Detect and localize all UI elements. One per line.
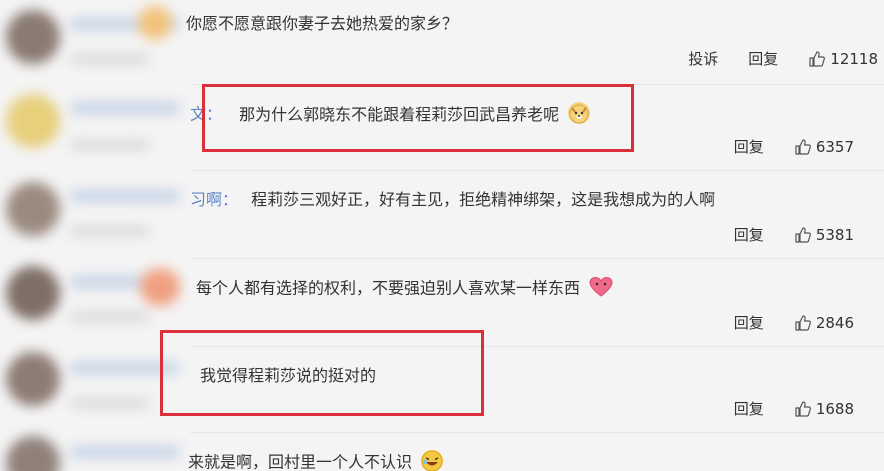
thumbs-up-icon [794, 226, 812, 244]
avatar[interactable] [6, 352, 60, 406]
like-count: 6357 [815, 137, 854, 156]
like-button[interactable]: 12118 [808, 50, 878, 68]
comment-text: 你愿不愿意跟你妻子去她热爱的家乡？ [186, 14, 458, 34]
like-count: 1688 [815, 399, 854, 418]
thumbs-up-icon [794, 400, 812, 418]
report-button[interactable]: 投诉 [688, 48, 718, 69]
heart-emoji [589, 276, 613, 298]
avatar[interactable] [6, 436, 60, 471]
comment-body: 程莉莎三观好正，好有主见，拒绝精神绑架，这是我想成为的人啊 [251, 190, 716, 209]
comment-text: 习啊： 程莉莎三观好正，好有主见，拒绝精神绑架，这是我想成为的人啊 [190, 190, 715, 210]
reply-button[interactable]: 回复 [734, 136, 764, 157]
like-count: 2846 [815, 313, 854, 332]
comment-actions: 回复 1688 [704, 398, 854, 419]
comment-body: 每个人都有选择的权利，不要强迫别人喜欢某一样东西 [196, 278, 581, 298]
comment-actions: 回复 6357 [704, 136, 854, 157]
comment-body: 你愿不愿意跟你妻子去她热爱的家乡？ [186, 14, 459, 33]
avatar[interactable] [6, 94, 60, 148]
username-fragment[interactable]: 习啊： [190, 190, 238, 209]
thumbs-up-icon [794, 138, 812, 156]
avatar[interactable] [6, 10, 60, 64]
reply-button[interactable]: 回复 [748, 48, 778, 69]
thumbs-up-icon [794, 314, 812, 332]
comment-actions: 回复 2846 [704, 312, 854, 333]
reply-button[interactable]: 回复 [734, 224, 764, 245]
like-button[interactable]: 1688 [794, 400, 854, 418]
highlight-box [202, 84, 634, 152]
avatar[interactable] [6, 182, 60, 236]
reply-button[interactable]: 回复 [734, 398, 764, 419]
comment-actions: 回复 5381 [704, 224, 854, 245]
comment-actions: 投诉 回复 12118 [658, 48, 878, 69]
like-button[interactable]: 5381 [794, 226, 854, 244]
like-button[interactable]: 6357 [794, 138, 854, 156]
laughing-emoji [421, 450, 444, 471]
thumbs-up-icon [808, 50, 826, 68]
avatar[interactable] [6, 266, 60, 320]
reply-button[interactable]: 回复 [734, 312, 764, 333]
like-button[interactable]: 2846 [794, 314, 854, 332]
like-count: 5381 [815, 225, 854, 244]
like-count: 12118 [830, 49, 878, 68]
highlight-box [160, 330, 484, 416]
comment-text: 来就是啊，回村里一个人不认识 [188, 450, 444, 471]
comment-text: 每个人都有选择的权利，不要强迫别人喜欢某一样东西 [196, 276, 613, 300]
comment-body: 来就是啊，回村里一个人不认识 [188, 452, 413, 471]
